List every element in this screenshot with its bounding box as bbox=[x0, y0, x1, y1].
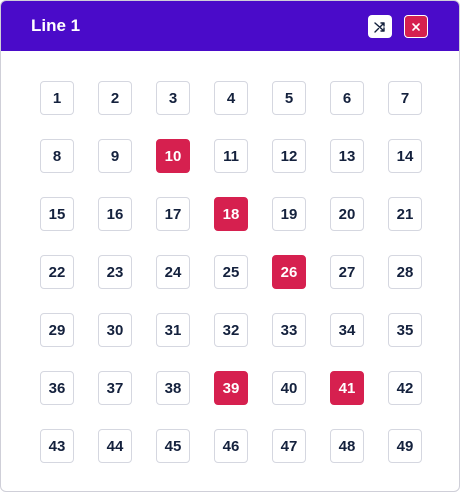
number-cell-6[interactable]: 6 bbox=[330, 81, 364, 115]
close-button[interactable] bbox=[404, 15, 428, 38]
number-cell-41[interactable]: 41 bbox=[330, 371, 364, 405]
line-panel: Line 1 1 2 3 4 5 6 7 8 9 10 11 12 13 14 15 16 17 18 19 20 21… bbox=[0, 0, 460, 492]
number-cell-1[interactable]: 1 bbox=[40, 81, 74, 115]
number-cell-40[interactable]: 40 bbox=[272, 371, 306, 405]
number-cell-10[interactable]: 10 bbox=[156, 139, 190, 173]
number-cell-20[interactable]: 20 bbox=[330, 197, 364, 231]
number-cell-43[interactable]: 43 bbox=[40, 429, 74, 463]
number-cell-49[interactable]: 49 bbox=[388, 429, 422, 463]
number-cell-5[interactable]: 5 bbox=[272, 81, 306, 115]
number-cell-17[interactable]: 17 bbox=[156, 197, 190, 231]
panel-title: Line 1 bbox=[31, 16, 81, 35]
number-cell-18[interactable]: 18 bbox=[214, 197, 248, 231]
number-cell-39[interactable]: 39 bbox=[214, 371, 248, 405]
number-cell-22[interactable]: 22 bbox=[40, 255, 74, 289]
number-cell-2[interactable]: 2 bbox=[98, 81, 132, 115]
number-cell-33[interactable]: 33 bbox=[272, 313, 306, 347]
number-cell-11[interactable]: 11 bbox=[214, 139, 248, 173]
number-cell-32[interactable]: 32 bbox=[214, 313, 248, 347]
shuffle-button[interactable] bbox=[368, 15, 392, 38]
number-cell-37[interactable]: 37 bbox=[98, 371, 132, 405]
number-cell-46[interactable]: 46 bbox=[214, 429, 248, 463]
number-cell-16[interactable]: 16 bbox=[98, 197, 132, 231]
number-cell-3[interactable]: 3 bbox=[156, 81, 190, 115]
number-cell-7[interactable]: 7 bbox=[388, 81, 422, 115]
number-cell-13[interactable]: 13 bbox=[330, 139, 364, 173]
number-cell-19[interactable]: 19 bbox=[272, 197, 306, 231]
number-cell-8[interactable]: 8 bbox=[40, 139, 74, 173]
number-cell-45[interactable]: 45 bbox=[156, 429, 190, 463]
number-cell-36[interactable]: 36 bbox=[40, 371, 74, 405]
number-cell-47[interactable]: 47 bbox=[272, 429, 306, 463]
number-cell-26[interactable]: 26 bbox=[272, 255, 306, 289]
number-cell-44[interactable]: 44 bbox=[98, 429, 132, 463]
number-cell-4[interactable]: 4 bbox=[214, 81, 248, 115]
number-cell-34[interactable]: 34 bbox=[330, 313, 364, 347]
number-cell-12[interactable]: 12 bbox=[272, 139, 306, 173]
number-cell-29[interactable]: 29 bbox=[40, 313, 74, 347]
number-cell-28[interactable]: 28 bbox=[388, 255, 422, 289]
number-cell-42[interactable]: 42 bbox=[388, 371, 422, 405]
shuffle-icon bbox=[374, 21, 385, 33]
number-cell-9[interactable]: 9 bbox=[98, 139, 132, 173]
number-cell-23[interactable]: 23 bbox=[98, 255, 132, 289]
number-cell-38[interactable]: 38 bbox=[156, 371, 190, 405]
number-cell-14[interactable]: 14 bbox=[388, 139, 422, 173]
close-icon bbox=[412, 22, 420, 31]
number-cell-24[interactable]: 24 bbox=[156, 255, 190, 289]
number-cell-27[interactable]: 27 bbox=[330, 255, 364, 289]
number-cell-30[interactable]: 30 bbox=[98, 313, 132, 347]
number-cell-31[interactable]: 31 bbox=[156, 313, 190, 347]
number-grid: 1 2 3 4 5 6 7 8 9 10 11 12 13 14 15 16 17 18 19 20 21 22 23 24 2… bbox=[40, 81, 422, 463]
number-cell-35[interactable]: 35 bbox=[388, 313, 422, 347]
number-cell-15[interactable]: 15 bbox=[40, 197, 74, 231]
panel-header: Line 1 bbox=[1, 1, 459, 51]
number-cell-48[interactable]: 48 bbox=[330, 429, 364, 463]
number-cell-21[interactable]: 21 bbox=[388, 197, 422, 231]
number-cell-25[interactable]: 25 bbox=[214, 255, 248, 289]
